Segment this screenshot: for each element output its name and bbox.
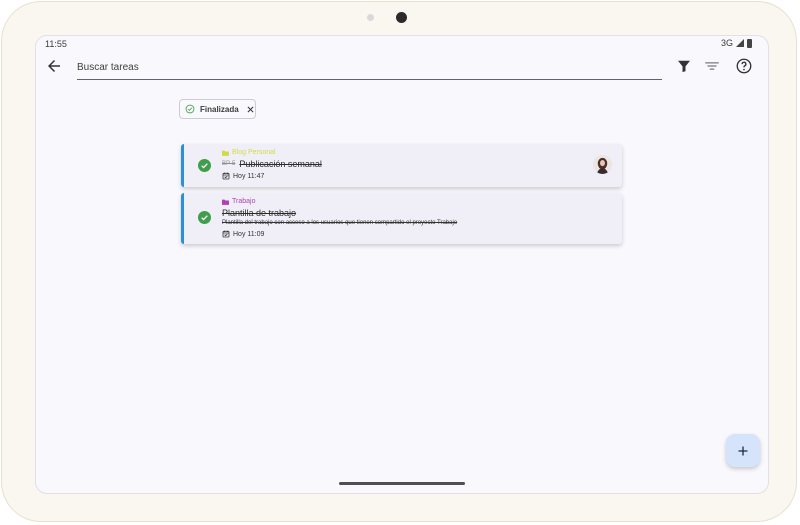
add-task-button[interactable] bbox=[726, 434, 760, 467]
status-bar: 11:55 3G bbox=[36, 36, 768, 52]
sort-icon[interactable] bbox=[703, 57, 721, 75]
home-indicator[interactable] bbox=[339, 482, 465, 485]
task-title: Publicación semanal bbox=[239, 159, 322, 169]
date-row: Hoy 11:09 bbox=[222, 230, 264, 238]
screen: 11:55 3G Finalizada bbox=[35, 35, 769, 494]
title-row: BP-5 Publicación semanal bbox=[222, 159, 322, 169]
task-date: Hoy 11:09 bbox=[233, 230, 265, 238]
title-row: Plantilla de trabajo bbox=[222, 208, 296, 218]
sensor-dot bbox=[367, 14, 374, 21]
network-type: 3G bbox=[720, 38, 733, 48]
project-row: Blog Personal bbox=[222, 149, 276, 156]
search-input[interactable] bbox=[77, 55, 662, 80]
tablet-frame: 11:55 3G Finalizada bbox=[1, 1, 797, 522]
avatar bbox=[593, 155, 612, 174]
calendar-icon bbox=[222, 172, 230, 180]
help-icon[interactable] bbox=[735, 57, 753, 75]
status-time: 11:55 bbox=[45, 39, 67, 49]
check-circle-icon bbox=[185, 104, 195, 114]
filter-icon[interactable] bbox=[675, 57, 693, 75]
project-name: Blog Personal bbox=[232, 149, 276, 156]
task-card[interactable]: Trabajo Plantilla de trabajo Plantilla d… bbox=[181, 193, 622, 244]
project-row: Trabajo bbox=[222, 198, 255, 205]
date-row: Hoy 11:47 bbox=[222, 172, 264, 180]
task-card[interactable]: Blog Personal BP-5 Publicación semanal H… bbox=[181, 144, 622, 187]
folder-icon bbox=[222, 150, 229, 156]
camera-lens bbox=[396, 12, 407, 23]
task-date: Hoy 11:47 bbox=[233, 172, 265, 180]
battery-icon bbox=[747, 38, 752, 48]
task-title: Plantilla de trabajo bbox=[222, 208, 297, 218]
back-arrow-icon[interactable] bbox=[45, 57, 63, 75]
folder-icon bbox=[222, 199, 229, 205]
close-icon[interactable] bbox=[246, 105, 255, 114]
filter-chip-label: Finalizada bbox=[200, 104, 239, 114]
filter-chip-finalizada[interactable]: Finalizada bbox=[179, 99, 256, 119]
status-right: 3G bbox=[721, 38, 752, 48]
plus-icon bbox=[738, 446, 748, 455]
task-description: Plantilla del trabajo con acceso a los u… bbox=[222, 220, 458, 226]
check-circle-icon[interactable] bbox=[198, 159, 211, 172]
task-prefix: BP-5 bbox=[222, 161, 236, 167]
signal-icon bbox=[736, 39, 744, 47]
calendar-icon bbox=[222, 230, 230, 238]
project-name: Trabajo bbox=[232, 198, 256, 205]
check-circle-icon[interactable] bbox=[198, 211, 211, 224]
